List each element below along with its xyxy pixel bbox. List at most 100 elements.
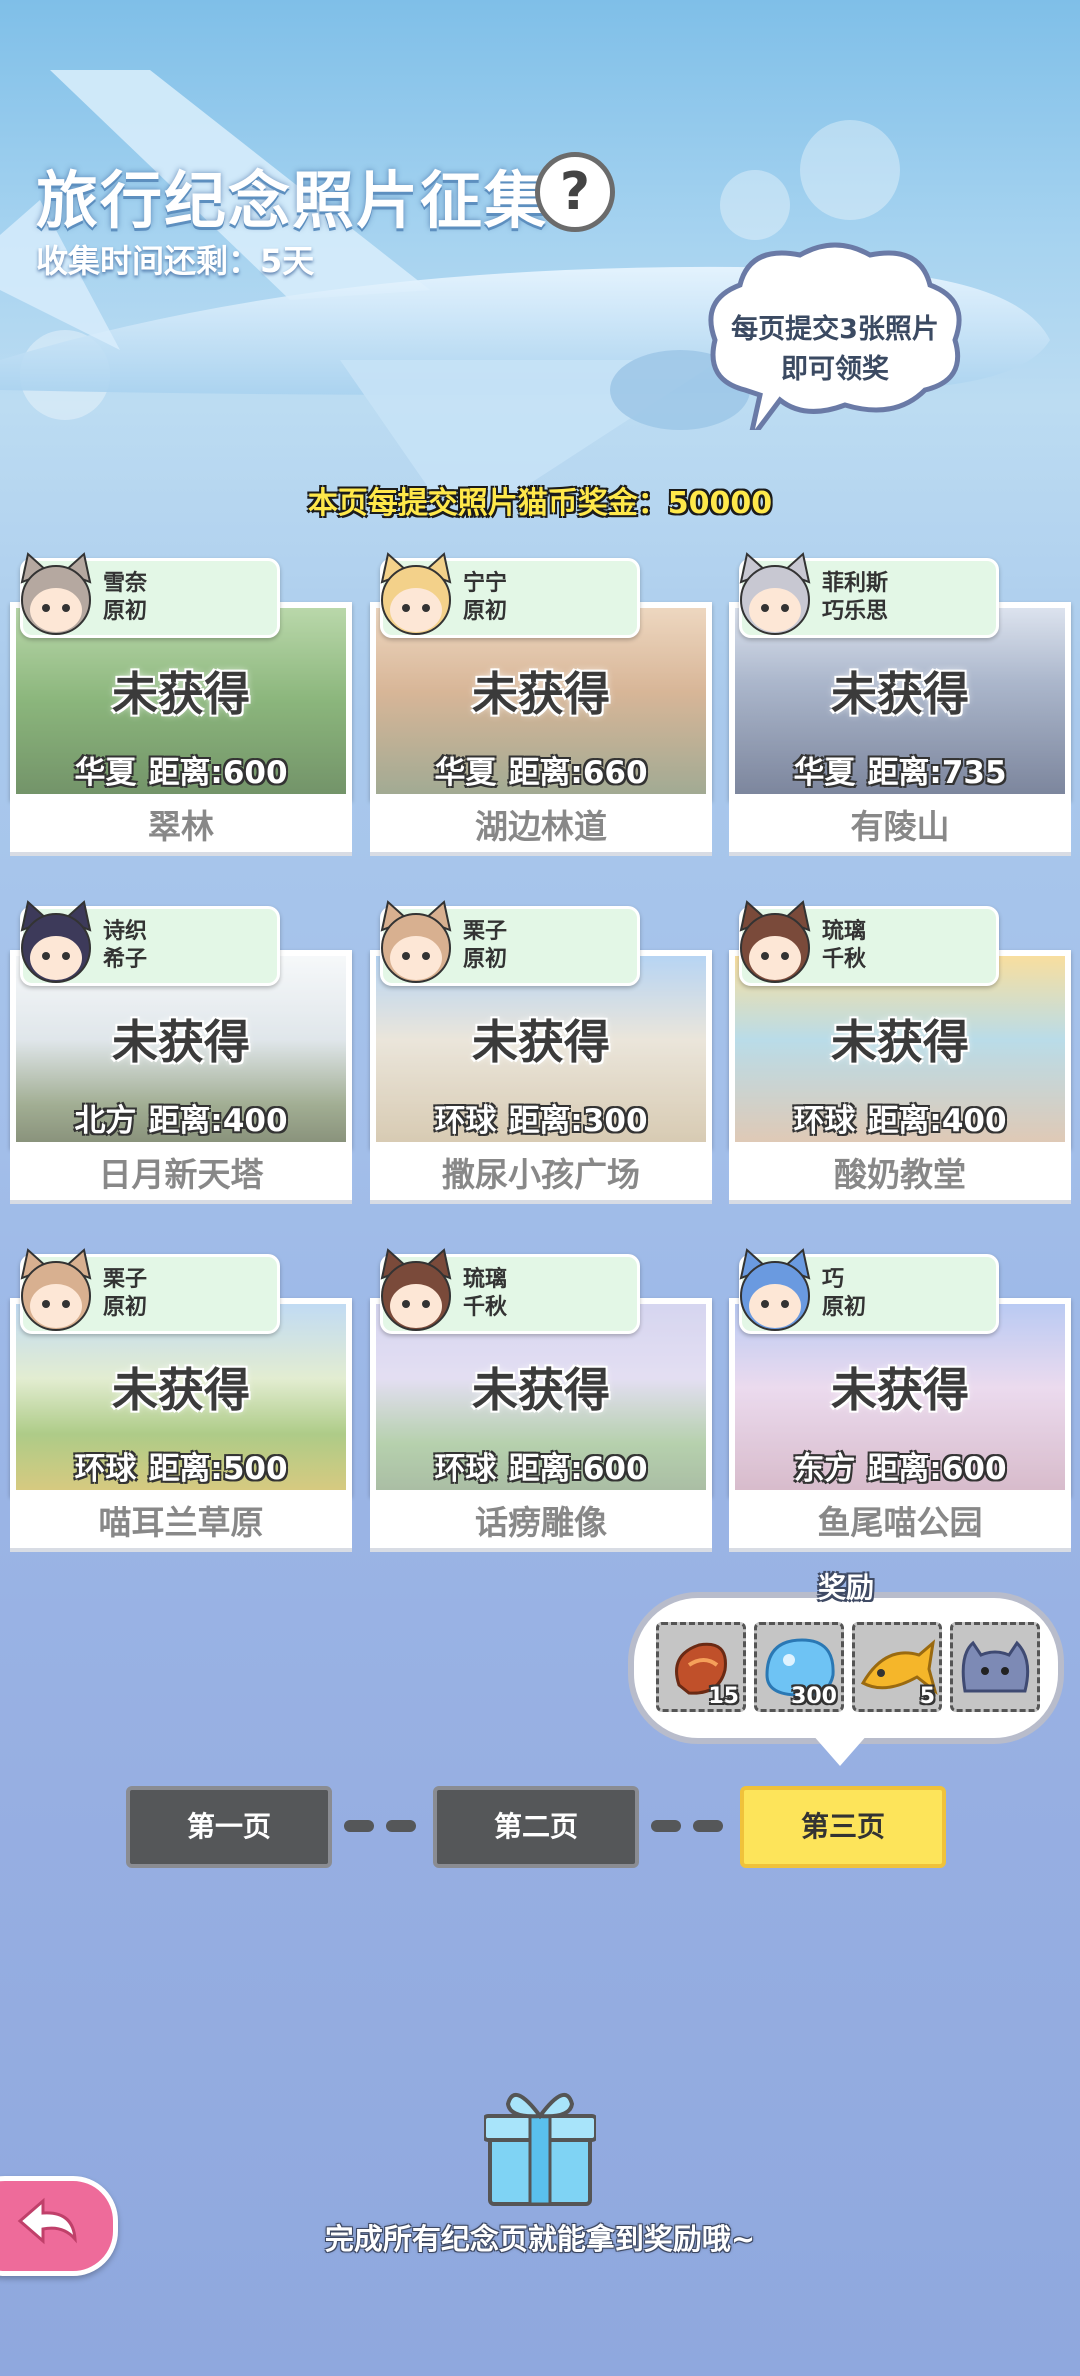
page-connector	[344, 1820, 374, 1832]
photo-card[interactable]: 未获得 华夏 距离:660 湖边林道 宁宁 原初	[370, 552, 712, 856]
distance-label: 距离:	[867, 755, 942, 791]
region-label: 华夏	[74, 755, 137, 791]
dried-fish-icon[interactable]: 15	[656, 1622, 746, 1712]
footer-hint: 完成所有纪念页就能拿到奖励哦~	[324, 2222, 756, 2256]
character-variant: 原初	[463, 599, 508, 624]
photo-distance: 环球 距离:300	[376, 1095, 706, 1140]
distance-value: 600	[941, 1451, 1007, 1487]
photo-card[interactable]: 未获得 环球 距离:500 喵耳兰草原 栗子 原初	[10, 1248, 352, 1552]
cat-plush-icon[interactable]	[950, 1622, 1040, 1712]
distance-label: 距离:	[148, 1103, 223, 1139]
photo-card[interactable]: 未获得 北方 距离:400 日月新天塔 诗织 希子	[10, 900, 352, 1204]
location-name: 撒尿小孩广场	[370, 1148, 712, 1204]
photo-card[interactable]: 未获得 东方 距离:600 鱼尾喵公园 巧 原初	[729, 1248, 1071, 1552]
location-name: 湖边林道	[370, 800, 712, 856]
distance-value: 735	[941, 755, 1007, 791]
region-label: 华夏	[793, 755, 856, 791]
photo-card[interactable]: 未获得 华夏 距离:735 有陵山 菲利斯 巧乐思	[729, 552, 1071, 856]
character-name: 雪奈	[103, 571, 148, 596]
character-variant: 希子	[103, 947, 148, 972]
photo-distance: 华夏 距离:600	[16, 747, 346, 792]
region-label: 东方	[793, 1451, 856, 1487]
location-name: 有陵山	[729, 800, 1071, 856]
region-label: 华夏	[434, 755, 497, 791]
distance-value: 660	[582, 755, 648, 791]
character-variant: 千秋	[463, 1295, 508, 1320]
distance-value: 500	[222, 1451, 288, 1487]
character-avatar-icon	[739, 900, 811, 983]
hint-line-1: 每页提交3张照片	[731, 314, 939, 345]
page-title: 旅行纪念照片征集	[36, 164, 549, 237]
character-name: 栗子	[463, 919, 508, 944]
photo-distance: 华夏 距离:660	[376, 747, 706, 792]
photo-status: 未获得	[831, 1363, 969, 1417]
photo-status: 未获得	[472, 1015, 610, 1069]
back-button[interactable]	[0, 2176, 118, 2276]
region-label: 环球	[793, 1103, 856, 1139]
character-variant: 巧乐思	[822, 599, 889, 624]
photo-card[interactable]: 未获得 环球 距离:400 酸奶教堂 琉璃 千秋	[729, 900, 1071, 1204]
help-icon[interactable]: ?	[535, 152, 615, 232]
distance-value: 600	[222, 755, 288, 791]
character-name: 宁宁	[463, 571, 508, 596]
hint-line-2: 即可领奖	[781, 354, 889, 385]
page-2-button[interactable]: 第二页	[433, 1786, 639, 1868]
photo-card[interactable]: 未获得 华夏 距离:600 翠林 雪奈 原初	[10, 552, 352, 856]
reward-panel: 15 300 5	[628, 1592, 1064, 1744]
photo-status: 未获得	[472, 667, 610, 721]
character-variant: 千秋	[822, 947, 867, 972]
character-variant: 原初	[103, 599, 148, 624]
reward-count: 300	[791, 1684, 837, 1709]
bonus-text: 本页每提交照片猫币奖金：50000	[307, 486, 773, 521]
distance-value: 300	[582, 1103, 648, 1139]
photo-status: 未获得	[112, 667, 250, 721]
character-variant: 原初	[463, 947, 508, 972]
distance-label: 距离:	[148, 755, 223, 791]
photo-distance: 环球 距离:400	[735, 1095, 1065, 1140]
distance-value: 600	[582, 1451, 648, 1487]
region-label: 环球	[434, 1103, 497, 1139]
character-avatar-icon	[380, 900, 452, 983]
photo-status: 未获得	[112, 1363, 250, 1417]
reward-count: 15	[708, 1684, 739, 1709]
character-name: 菲利斯	[822, 571, 889, 596]
photo-distance: 华夏 距离:735	[735, 747, 1065, 792]
character-name: 琉璃	[463, 1267, 508, 1292]
distance-label: 距离:	[867, 1451, 942, 1487]
character-name: 诗织	[103, 919, 148, 944]
photo-status: 未获得	[831, 1015, 969, 1069]
character-name: 琉璃	[822, 919, 867, 944]
page-connector	[651, 1820, 681, 1832]
location-name: 鱼尾喵公园	[729, 1496, 1071, 1552]
blue-slime-icon[interactable]: 300	[754, 1622, 844, 1712]
reward-pointer	[812, 1734, 868, 1766]
distance-label: 距离:	[508, 1451, 583, 1487]
page-connector	[693, 1820, 723, 1832]
photo-distance: 北方 距离:400	[16, 1095, 346, 1140]
character-variant: 原初	[822, 1295, 867, 1320]
distance-value: 400	[222, 1103, 288, 1139]
character-name: 栗子	[103, 1267, 148, 1292]
page-1-button[interactable]: 第一页	[126, 1786, 332, 1868]
photo-card[interactable]: 未获得 环球 距离:300 撒尿小孩广场 栗子 原初	[370, 900, 712, 1204]
character-name: 巧	[822, 1267, 845, 1292]
region-label: 环球	[74, 1451, 137, 1487]
gift-box-icon[interactable]	[484, 2086, 596, 2208]
distance-label: 距离:	[148, 1451, 223, 1487]
character-avatar-icon	[739, 1248, 811, 1331]
photo-distance: 环球 距离:600	[376, 1443, 706, 1488]
character-avatar-icon	[380, 552, 452, 635]
location-name: 酸奶教堂	[729, 1148, 1071, 1204]
photo-status: 未获得	[472, 1363, 610, 1417]
photo-card[interactable]: 未获得 环球 距离:600 话痨雕像 琉璃 千秋	[370, 1248, 712, 1552]
photo-status: 未获得	[112, 1015, 250, 1069]
photo-distance: 环球 距离:500	[16, 1443, 346, 1488]
countdown-text: 收集时间还剩：5天	[36, 242, 315, 280]
photo-distance: 东方 距离:600	[735, 1443, 1065, 1488]
distance-label: 距离:	[508, 755, 583, 791]
gold-fish-icon[interactable]: 5	[852, 1622, 942, 1712]
distance-value: 400	[941, 1103, 1007, 1139]
page-3-button[interactable]: 第三页	[740, 1786, 946, 1868]
distance-label: 距离:	[508, 1103, 583, 1139]
character-avatar-icon	[20, 900, 92, 983]
